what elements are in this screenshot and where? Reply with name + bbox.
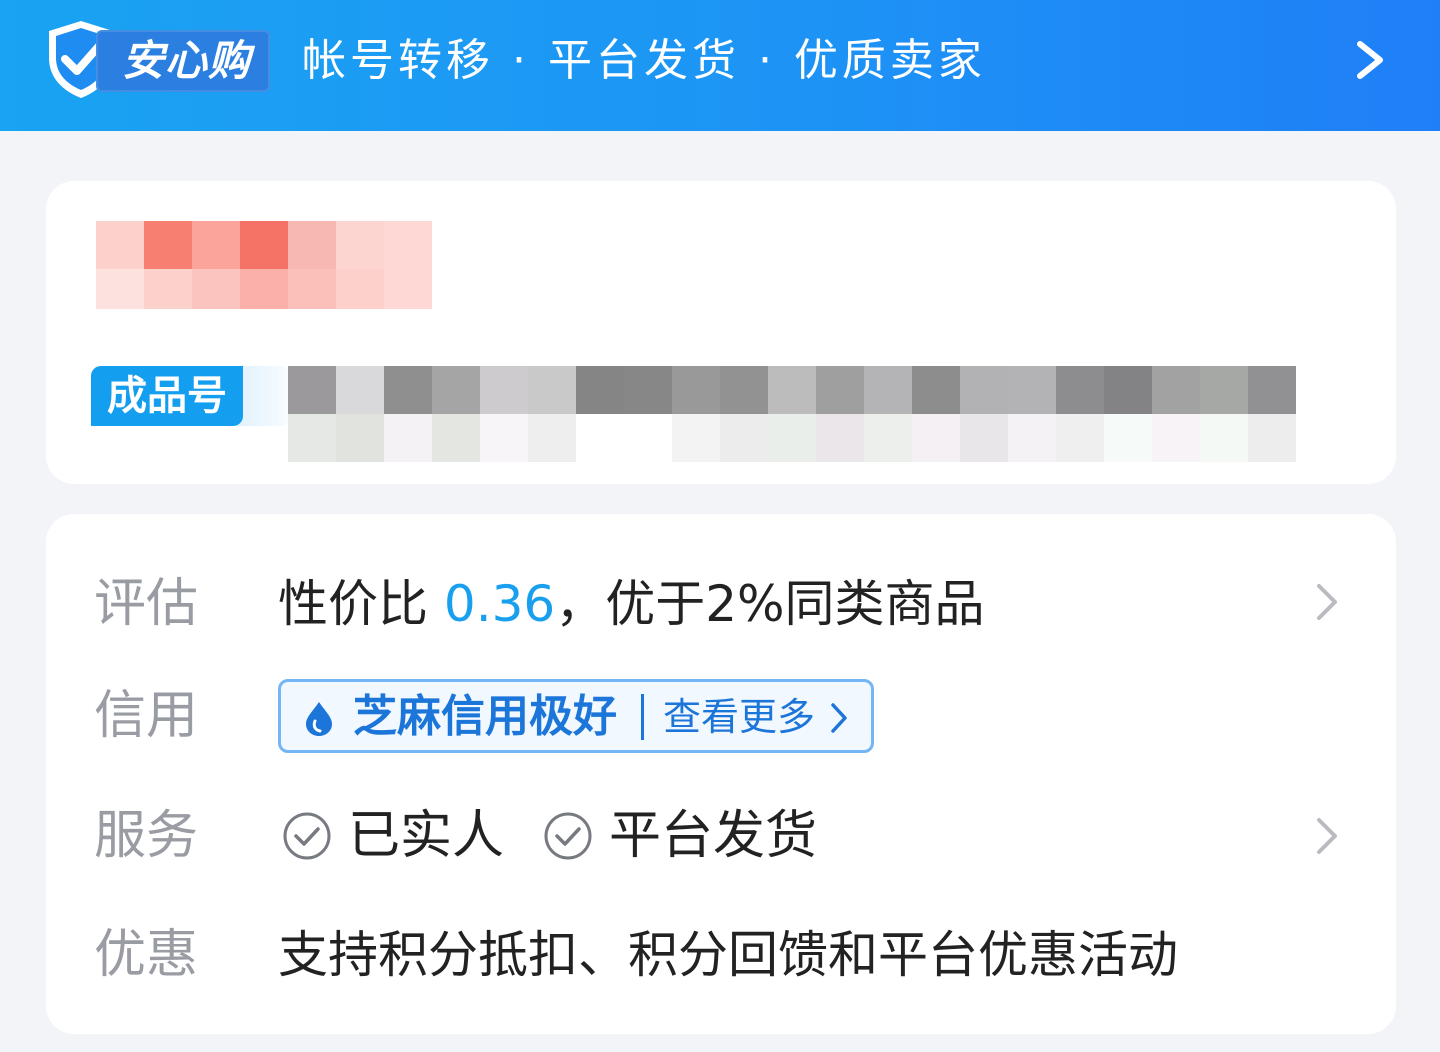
chevron-right-icon (831, 703, 847, 733)
brand-name: 安心购 (122, 36, 252, 85)
evaluation-suffix: ，优于2%同类商品 (555, 575, 985, 633)
redacted-account-id (288, 366, 1296, 462)
chevron-right-icon[interactable] (1314, 582, 1340, 622)
redacted-title (96, 221, 432, 309)
credit-rating-button[interactable]: 芝麻信用极好 查看更多 (278, 679, 874, 753)
promotion-label: 优惠 (94, 925, 199, 985)
sesame-drop-icon (306, 702, 332, 736)
check-circle-icon (283, 812, 331, 860)
evaluation-label: 评估 (94, 574, 199, 634)
service-item-real-name: 已实人 (348, 806, 505, 866)
details-card: 评估 性价比 0.36，优于2%同类商品 信用 芝麻信用极好 查看更多 服务 已… (46, 514, 1396, 1034)
evaluation-value[interactable]: 性价比 0.36，优于2%同类商品 (278, 574, 985, 634)
chevron-right-icon[interactable] (1314, 816, 1340, 856)
credit-rating: 芝麻信用极好 (353, 691, 617, 742)
banner-slogan: 帐号转移 · 平台发货 · 优质卖家 (302, 35, 986, 86)
evaluation-prefix: 性价比 (278, 575, 444, 633)
credit-divider (641, 694, 644, 740)
view-more-link[interactable]: 查看更多 (663, 688, 815, 746)
chevron-right-icon[interactable] (1352, 40, 1388, 80)
service-label: 服务 (94, 806, 199, 866)
service-item-platform-delivery: 平台发货 (609, 806, 818, 866)
credit-label: 信用 (94, 686, 199, 746)
guarantee-banner[interactable]: 安心购 帐号转移 · 平台发货 · 优质卖家 (0, 0, 1440, 131)
listing-card: 成品号 (46, 181, 1396, 484)
check-circle-icon (544, 812, 592, 860)
promotion-text: 支持积分抵扣、积分回馈和平台优惠活动 (278, 926, 1178, 984)
product-type-badge: 成品号 (91, 366, 243, 426)
value-score: 0.36 (443, 575, 556, 633)
